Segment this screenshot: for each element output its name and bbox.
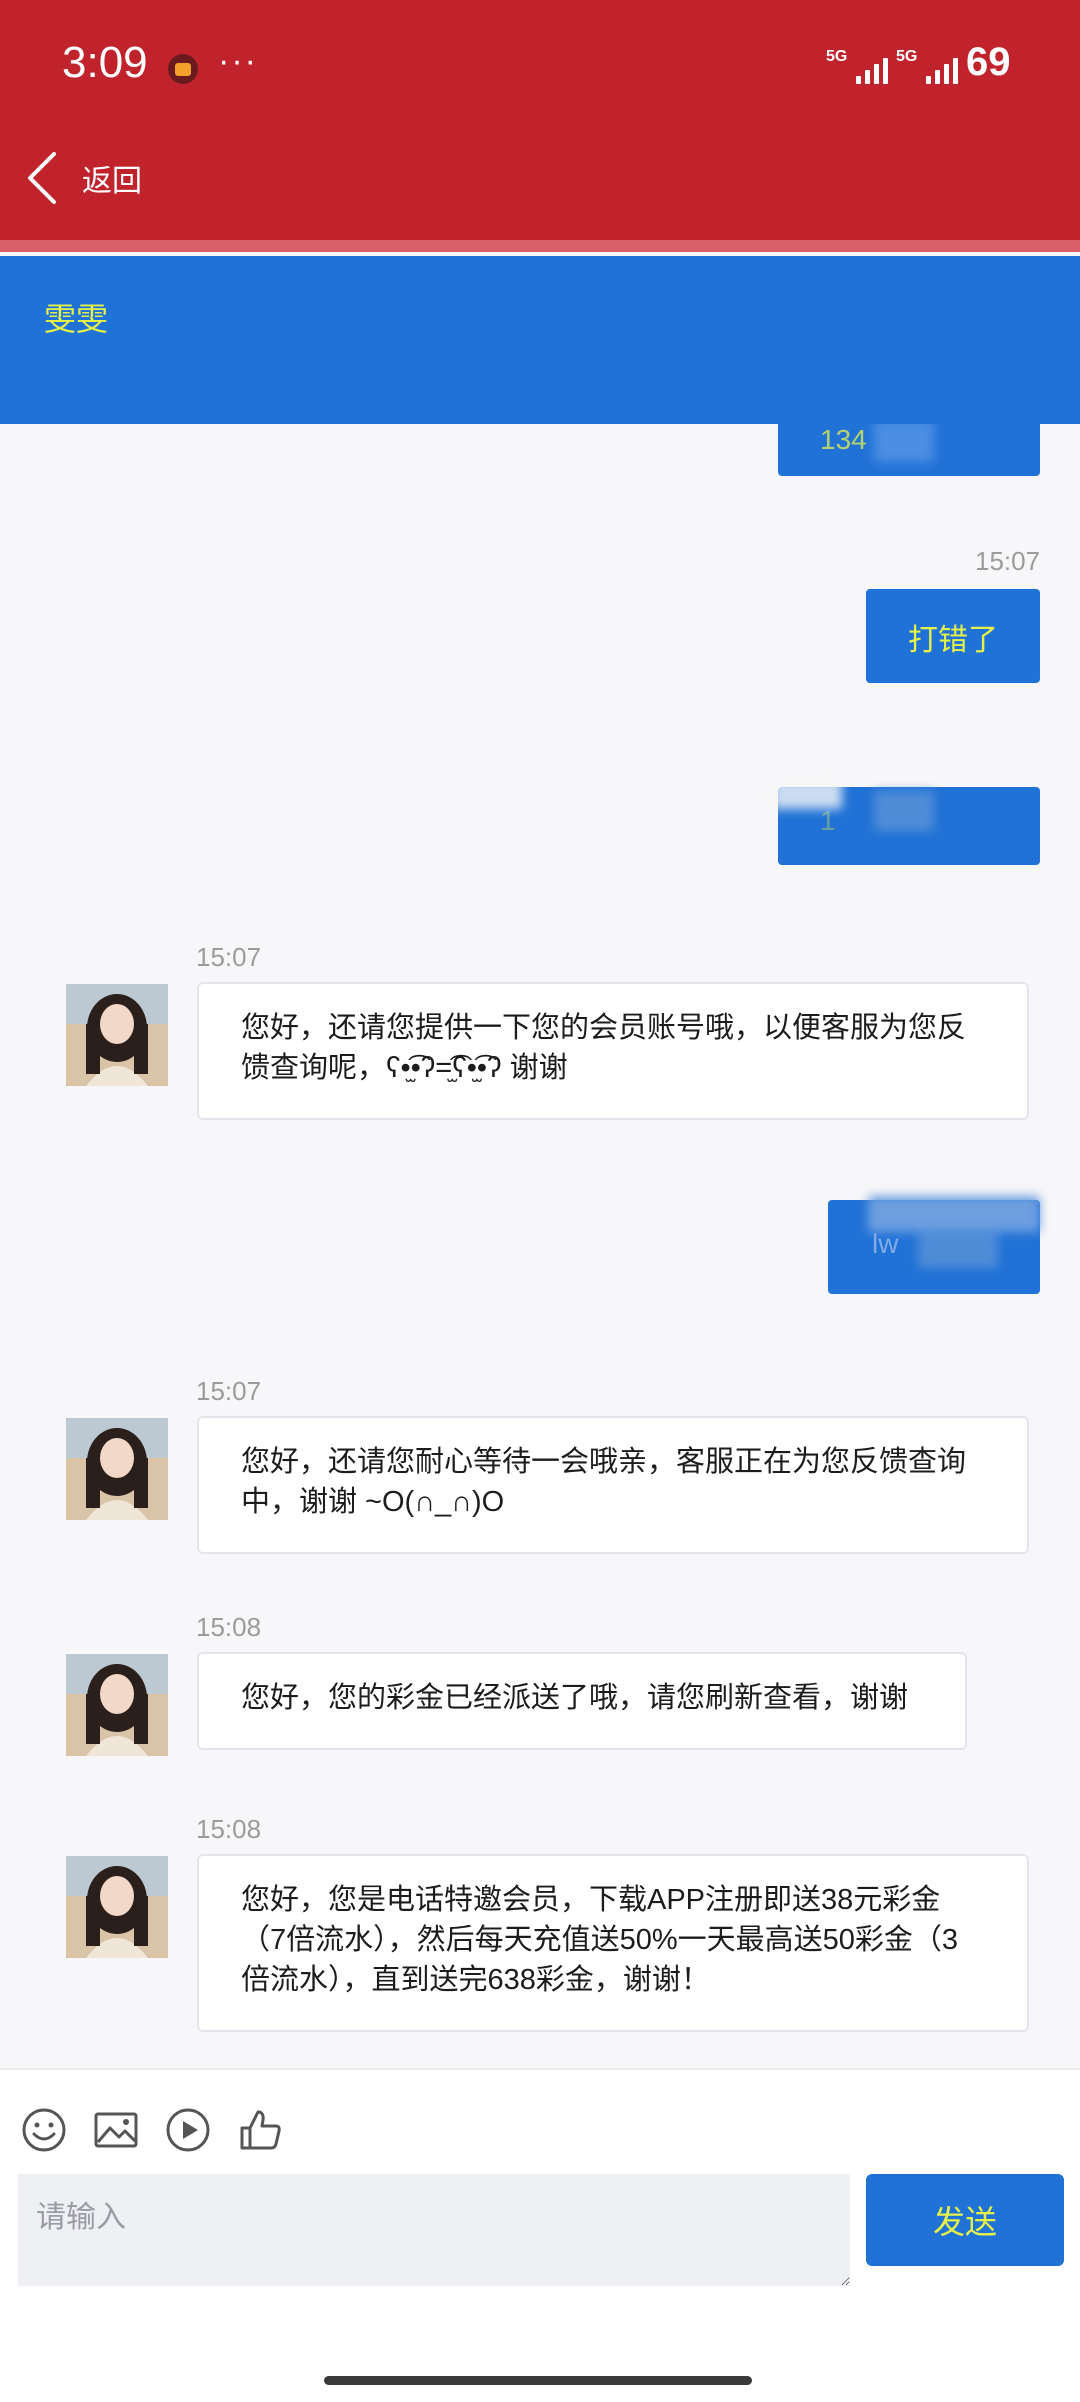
- back-button[interactable]: 返回: [24, 150, 174, 206]
- outgoing-message-bubble[interactable]: 134: [778, 424, 1040, 476]
- send-button[interactable]: 发送: [866, 2174, 1064, 2266]
- contact-banner: 雯雯: [0, 256, 1080, 424]
- thumbs-up-icon[interactable]: [236, 2106, 284, 2154]
- incoming-message-text: 您好，您的彩金已经派送了哦，请您刷新查看，谢谢: [241, 1682, 909, 1714]
- message-input[interactable]: [18, 2174, 850, 2286]
- message-timestamp: 15:08: [196, 1814, 262, 1844]
- back-label: 返回: [82, 165, 142, 198]
- message-timestamp: 15:07: [196, 1376, 262, 1406]
- composer-toolbar: 发送: [0, 2068, 1080, 2402]
- redaction-blur: [772, 779, 842, 809]
- outgoing-message-text: 1: [820, 805, 836, 836]
- redaction-blur: [868, 1196, 1040, 1232]
- incoming-message-text: 您好，还请您耐心等待一会哦亲，客服正在为您反馈查询中，谢谢 ~O(∩_∩)O: [241, 1446, 967, 1518]
- agent-avatar[interactable]: [66, 1654, 168, 1756]
- image-icon[interactable]: [92, 2106, 140, 2154]
- redaction-blur: [874, 424, 934, 462]
- outgoing-message-text: lw: [872, 1228, 899, 1259]
- redaction-blur: [918, 1230, 998, 1268]
- emoji-icon[interactable]: [20, 2106, 68, 2154]
- agent-avatar[interactable]: [66, 984, 168, 1086]
- status-time: 3:09: [62, 38, 148, 87]
- app-header: 3:09 ··· 5G 5G 69 返回: [0, 0, 1080, 252]
- message-timestamp: 15:08: [196, 1612, 262, 1642]
- battery-level: 69: [966, 40, 1011, 84]
- message-notification-icon: [168, 54, 198, 84]
- incoming-message-text: 您好，您是电话特邀会员，下载APP注册即送38元彩金（7倍流水），然后每天充值送…: [241, 1884, 959, 1996]
- contact-name: 雯雯: [44, 301, 109, 337]
- signal-sim2-icon: 5G: [896, 48, 958, 88]
- message-timestamp: 15:07: [196, 942, 262, 972]
- header-divider: [0, 240, 1080, 252]
- outgoing-message-text: 134: [820, 424, 867, 455]
- more-notifications-icon: ···: [218, 42, 258, 80]
- outgoing-message-bubble[interactable]: 1: [772, 779, 1040, 865]
- incoming-message-bubble[interactable]: 您好，还请您耐心等待一会哦亲，客服正在为您反馈查询中，谢谢 ~O(∩_∩)O: [197, 1416, 1029, 1554]
- incoming-message-bubble[interactable]: 您好，您是电话特邀会员，下载APP注册即送38元彩金（7倍流水），然后每天充值送…: [197, 1854, 1029, 2032]
- redaction-blur: [874, 791, 934, 831]
- signal-sim1-icon: 5G: [826, 48, 888, 88]
- chevron-left-icon: [28, 152, 56, 204]
- message-timestamp: 15:07: [975, 546, 1041, 576]
- incoming-message-bubble[interactable]: 您好，您的彩金已经派送了哦，请您刷新查看，谢谢: [197, 1652, 967, 1750]
- incoming-message-text: 您好，还请您提供一下您的会员账号哦，以便客服为您反馈查询呢，ʕ•̫͡•ʔ=̫͡ʕ…: [241, 1012, 967, 1084]
- agent-avatar[interactable]: [66, 1418, 168, 1520]
- outgoing-message-bubble[interactable]: 打错了: [866, 589, 1040, 683]
- video-play-icon[interactable]: [164, 2106, 212, 2154]
- home-indicator[interactable]: [324, 2376, 752, 2385]
- outgoing-message-text: 打错了: [908, 624, 998, 657]
- agent-avatar[interactable]: [66, 1856, 168, 1958]
- chat-message-list[interactable]: 134 15:07 打错了 1 15:07 您好，还请您提供一下您的会员账号哦，…: [0, 424, 1080, 2068]
- outgoing-message-bubble[interactable]: lw: [828, 1196, 1040, 1294]
- incoming-message-bubble[interactable]: 您好，还请您提供一下您的会员账号哦，以便客服为您反馈查询呢，ʕ•̫͡•ʔ=̫͡ʕ…: [197, 982, 1029, 1120]
